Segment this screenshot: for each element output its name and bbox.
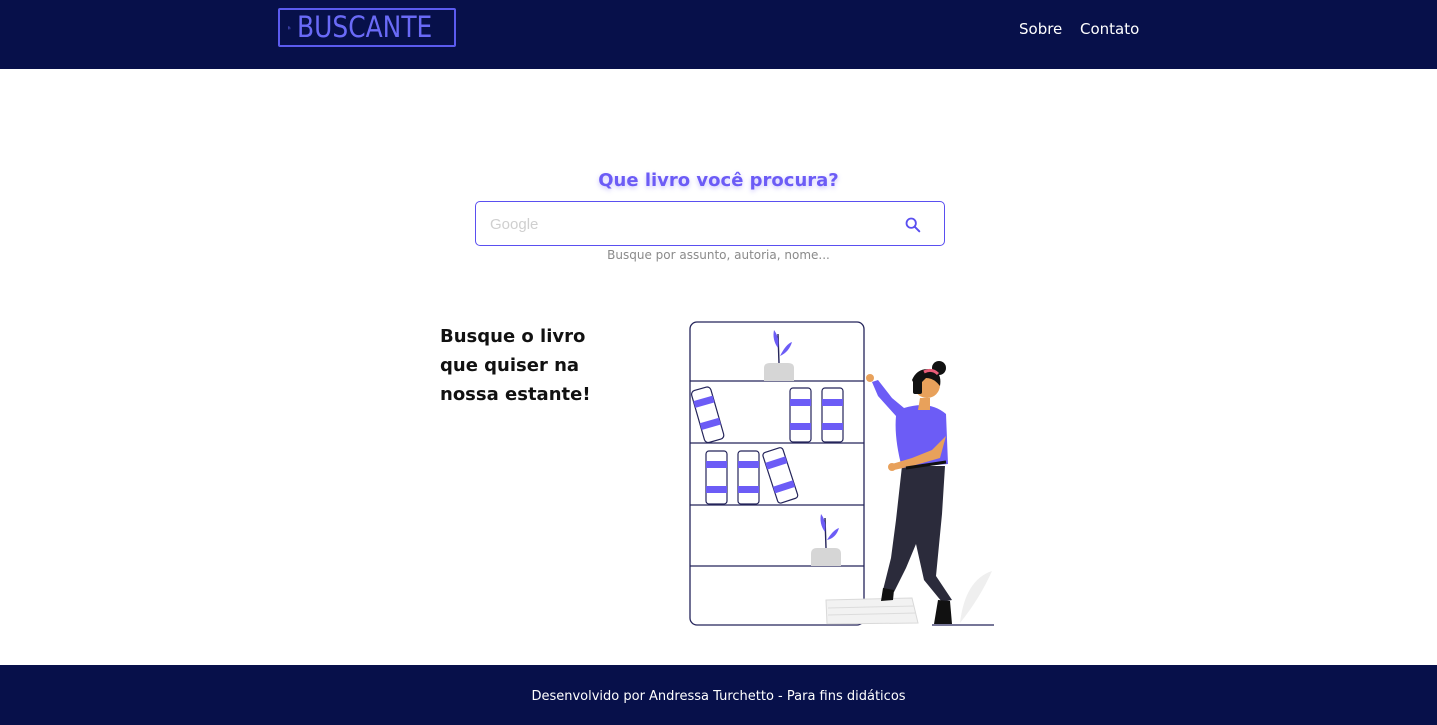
promo-line: Busque o livro — [440, 326, 586, 347]
nav-link-contato[interactable]: Contato — [1080, 20, 1139, 38]
top-navbar: BUSCANTE Sobre Contato — [0, 0, 1437, 69]
promo-line: que quiser na — [440, 355, 580, 376]
footer: Desenvolvido por Andressa Turchetto - Pa… — [0, 665, 1437, 725]
search-hint: Busque por assunto, autoria, nome... — [607, 248, 830, 262]
bookshelf-illustration — [689, 321, 994, 626]
search-heading: Que livro você procura? — [598, 170, 839, 191]
footer-credit: Desenvolvido por Andressa Turchetto - Pa… — [531, 689, 906, 704]
search-box — [475, 201, 945, 246]
promo-line: nossa estante! — [440, 384, 591, 405]
search-icon[interactable] — [904, 216, 922, 234]
nav-link-sobre[interactable]: Sobre — [1019, 20, 1062, 38]
promo-text: Busque o livro que quiser na nossa estan… — [440, 322, 640, 409]
buscante-logo[interactable]: BUSCANTE — [278, 8, 456, 47]
books-icon — [288, 26, 291, 29]
search-input[interactable] — [488, 208, 892, 240]
logo-text: BUSCANTE — [296, 10, 432, 44]
